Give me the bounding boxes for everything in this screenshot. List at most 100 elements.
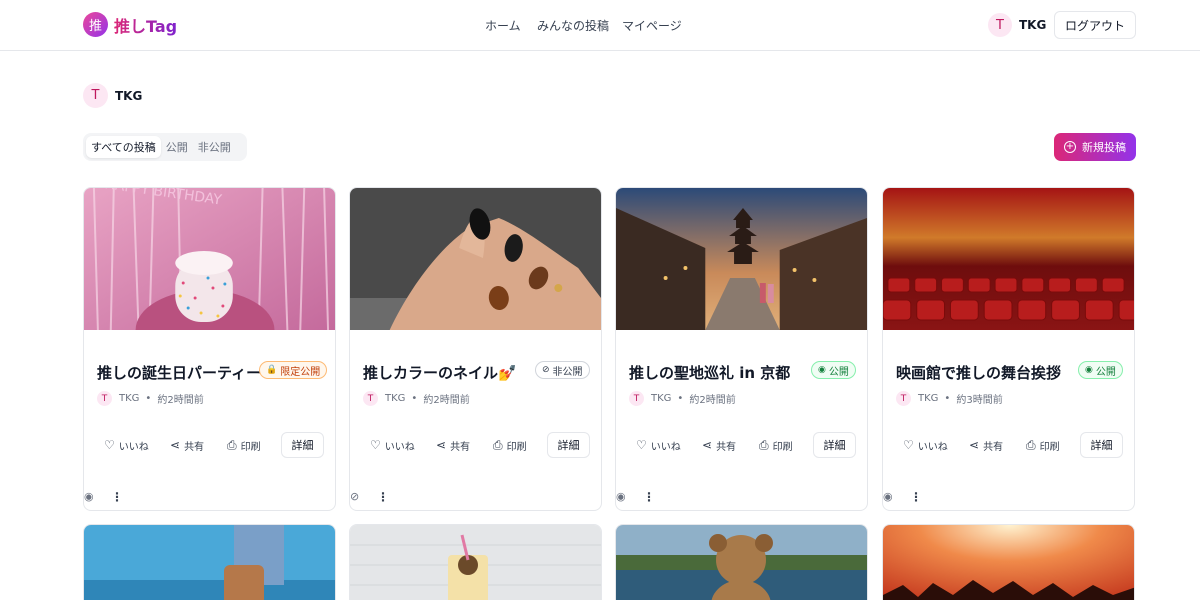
- print-button[interactable]: ⎙ 印刷: [493, 432, 527, 458]
- logo-link[interactable]: 推 推しTag: [83, 12, 177, 37]
- share-label: 共有: [716, 441, 737, 453]
- printer-icon: ⎙: [759, 437, 769, 452]
- printer-icon: ⎙: [493, 437, 503, 452]
- post-time: 約2時間前: [157, 395, 204, 406]
- print-label: 印刷: [1039, 441, 1060, 453]
- post-image-theater: [883, 188, 1134, 330]
- visibility-badge: ◉ 公開: [1078, 361, 1123, 379]
- eye-icon: ◉: [818, 365, 826, 375]
- more-vertical-icon[interactable]: ⋮: [377, 490, 389, 504]
- share-button[interactable]: ⋖ 共有: [969, 432, 1003, 458]
- post-time: 約2時間前: [689, 395, 736, 406]
- tab-all-posts[interactable]: すべての投稿: [86, 136, 161, 158]
- heart-icon: ♡: [104, 438, 115, 452]
- tab-public[interactable]: 公開: [161, 136, 193, 158]
- post-card[interactable]: 推しカラーのネイル💅 ⊘ 非公開 T TKG • 約2時間前 ♡ いいね ⋖ 共有 …: [349, 187, 602, 511]
- post-meta: T TKG • 約2時間前: [629, 391, 736, 406]
- post-title: 映画館で推しの舞台挨拶: [896, 364, 1062, 382]
- share-button[interactable]: ⋖ 共有: [702, 432, 736, 458]
- card-actions: ♡ いいね ⋖ 共有 ⎙ 印刷 詳細: [97, 432, 324, 458]
- badge-label: 限定公開: [280, 366, 321, 378]
- nav-mypage[interactable]: マイページ: [622, 17, 682, 34]
- print-label: 印刷: [506, 441, 527, 453]
- share-label: 共有: [184, 441, 205, 453]
- author-name: TKG: [651, 393, 672, 404]
- post-card[interactable]: [615, 524, 868, 600]
- heart-icon: ♡: [636, 438, 647, 452]
- post-time: 約2時間前: [423, 395, 470, 406]
- detail-button[interactable]: 詳細: [1080, 432, 1123, 458]
- post-card[interactable]: [882, 524, 1135, 600]
- new-post-button[interactable]: + 新規投稿: [1054, 133, 1136, 161]
- share-icon: ⋖: [170, 438, 181, 452]
- author-name: TKG: [918, 393, 939, 404]
- post-time: 約3時間前: [956, 395, 1003, 406]
- avatar: T: [988, 13, 1012, 37]
- post-card[interactable]: [349, 524, 602, 600]
- tab-private[interactable]: 非公開: [193, 136, 236, 158]
- post-card[interactable]: [83, 524, 336, 600]
- detail-button[interactable]: 詳細: [813, 432, 856, 458]
- post-card[interactable]: 映画館で推しの舞台挨拶 ◉ 公開 T TKG • 約3時間前 ♡ いいね ⋖ 共有 …: [882, 187, 1135, 511]
- eye-icon[interactable]: ◉: [883, 490, 893, 503]
- separator-dot: •: [944, 393, 951, 404]
- new-post-label: 新規投稿: [1082, 141, 1126, 154]
- profile-avatar: T: [83, 83, 108, 108]
- eye-icon: ◉: [1085, 365, 1093, 375]
- eye-icon[interactable]: ◉: [616, 490, 626, 503]
- like-button[interactable]: ♡ いいね: [104, 432, 149, 458]
- more-vertical-icon[interactable]: ⋮: [910, 490, 922, 504]
- post-image-teddy-bear: [616, 525, 867, 600]
- detail-button[interactable]: 詳細: [547, 432, 590, 458]
- share-button[interactable]: ⋖ 共有: [436, 432, 470, 458]
- separator-dot: •: [411, 393, 418, 404]
- post-image-concert: [883, 525, 1134, 600]
- eye-off-icon[interactable]: ⊘: [350, 490, 359, 503]
- post-image-birthday: HAPPY BIRTHDAY: [84, 188, 335, 330]
- heart-icon: ♡: [903, 438, 914, 452]
- author-avatar: T: [363, 391, 378, 406]
- post-filter-tabs: すべての投稿 公開 非公開: [83, 133, 247, 161]
- author-avatar: T: [629, 391, 644, 406]
- badge-label: 非公開: [552, 366, 583, 378]
- print-button[interactable]: ⎙ 印刷: [227, 432, 261, 458]
- badge-label: 公開: [1095, 366, 1116, 378]
- share-icon: ⋖: [436, 438, 447, 452]
- logo-text: 推しTag: [114, 13, 177, 37]
- post-title: 推しの聖地巡礼 in 京都: [629, 364, 791, 382]
- header-user[interactable]: T TKG: [988, 13, 1046, 37]
- profile-name: TKG: [115, 88, 143, 103]
- author-name: TKG: [385, 393, 406, 404]
- heart-icon: ♡: [370, 438, 381, 452]
- post-title: 推しカラーのネイル💅: [363, 364, 517, 382]
- like-label: いいね: [650, 441, 681, 453]
- eye-icon[interactable]: ◉: [84, 490, 94, 503]
- print-button[interactable]: ⎙ 印刷: [1026, 432, 1060, 458]
- more-vertical-icon[interactable]: ⋮: [111, 490, 123, 504]
- like-label: いいね: [118, 441, 149, 453]
- nav-home[interactable]: ホーム: [485, 17, 521, 34]
- lock-icon: 🔒: [266, 365, 278, 375]
- share-button[interactable]: ⋖ 共有: [170, 432, 204, 458]
- more-vertical-icon[interactable]: ⋮: [643, 490, 655, 504]
- post-card[interactable]: 推しの聖地巡礼 in 京都 ◉ 公開 T TKG • 約2時間前 ♡ いいね ⋖ 共…: [615, 187, 868, 511]
- print-label: 印刷: [240, 441, 261, 453]
- card-actions: ♡ いいね ⋖ 共有 ⎙ 印刷 詳細: [896, 432, 1123, 458]
- share-icon: ⋖: [702, 438, 713, 452]
- logout-button[interactable]: ログアウト: [1054, 11, 1136, 39]
- printer-icon: ⎙: [1026, 437, 1036, 452]
- print-button[interactable]: ⎙ 印刷: [759, 432, 793, 458]
- post-card[interactable]: HAPPY BIRTHDAY 推しの誕生日パーティー 🔒 限定公開 T TKG …: [83, 187, 336, 511]
- detail-button[interactable]: 詳細: [281, 432, 324, 458]
- top-header: 推 推しTag ホーム みんなの投稿 マイページ T TKG ログアウト: [0, 0, 1200, 51]
- like-button[interactable]: ♡ いいね: [903, 432, 948, 458]
- post-image-nails: [350, 188, 601, 330]
- author-name: TKG: [119, 393, 140, 404]
- nav-everyone-posts[interactable]: みんなの投稿: [537, 17, 609, 34]
- author-avatar: T: [896, 391, 911, 406]
- like-button[interactable]: ♡ いいね: [370, 432, 415, 458]
- like-button[interactable]: ♡ いいね: [636, 432, 681, 458]
- print-label: 印刷: [772, 441, 793, 453]
- post-image-kyoto: [616, 188, 867, 330]
- post-image-parfait: [350, 525, 601, 600]
